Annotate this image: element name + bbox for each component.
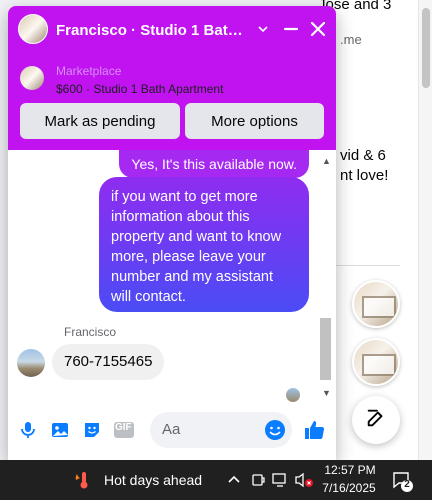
chat-head-avatar-2[interactable] [352,338,400,386]
taskbar: Hot days ahead 12:57 PM 7/16/2025 2 [0,460,432,500]
outgoing-message: Yes, It's this available now. [119,150,309,178]
mark-as-pending-button[interactable]: Mark as pending [20,103,180,139]
chat-head-avatar-1[interactable] [352,280,400,328]
emoji-icon[interactable] [263,418,287,442]
chevron-up-icon[interactable] [224,470,244,490]
listing-thumbnail[interactable] [20,66,44,90]
more-options-button[interactable]: More options [185,103,324,139]
page-scrollbar[interactable] [418,0,432,460]
marketplace-label: Marketplace [56,64,122,78]
sender-avatar[interactable] [17,349,45,377]
sticker-icon[interactable] [80,418,104,442]
chevron-down-icon[interactable] [252,18,274,40]
seen-indicator-avatar [286,388,300,402]
background-snippet-mid1: vid & 6 [340,147,386,164]
message-list: Yes, It's this available now. if you wan… [8,150,336,404]
chat-title[interactable]: Francisco · Studio 1 Bath A... [56,22,246,39]
thermometer-icon[interactable] [72,470,92,490]
microphone-icon[interactable] [16,418,40,442]
volume-muted-icon[interactable] [294,470,314,490]
divider [330,265,400,266]
device-icon[interactable] [248,470,268,490]
notification-count: 2 [404,479,410,490]
gif-label: GIF [115,422,132,433]
close-icon[interactable] [307,18,329,40]
sender-name: Francisco [64,325,117,339]
listing-price-title[interactable]: $600 · Studio 1 Bath Apartment [56,82,223,96]
clock-time[interactable]: 12:57 PM [322,463,378,477]
page-scrollbar-thumb[interactable] [422,8,430,88]
minimize-icon[interactable] [280,18,302,40]
gif-icon[interactable]: GIF [112,418,136,442]
chat-header: Francisco · Studio 1 Bath A... Marketpla… [8,6,336,150]
messages-scrollbar-thumb[interactable] [320,318,331,380]
feed-panel [330,0,418,460]
scroll-up-arrow-icon[interactable]: ▲ [322,156,331,166]
outgoing-message: if you want to get more information abou… [99,177,309,312]
weather-text[interactable]: Hot days ahead [104,472,202,488]
notification-center-button[interactable]: 2 [390,468,416,494]
scroll-down-arrow-icon[interactable]: ▼ [322,388,331,398]
background-snippet-link: .me [340,32,362,47]
thumbs-up-icon[interactable] [302,418,326,442]
incoming-message: 760-7155465 [52,344,165,380]
clock-date[interactable]: 7/16/2025 [318,481,380,495]
new-message-button[interactable] [352,396,400,444]
network-icon[interactable] [270,470,290,490]
compose-icon [365,407,387,434]
message-composer: GIF Aa [8,404,336,460]
contact-avatar[interactable] [18,14,48,44]
photo-icon[interactable] [48,418,72,442]
background-snippet-mid2: nt love! [340,167,389,184]
chat-window: Francisco · Studio 1 Bath A... Marketpla… [8,6,336,460]
